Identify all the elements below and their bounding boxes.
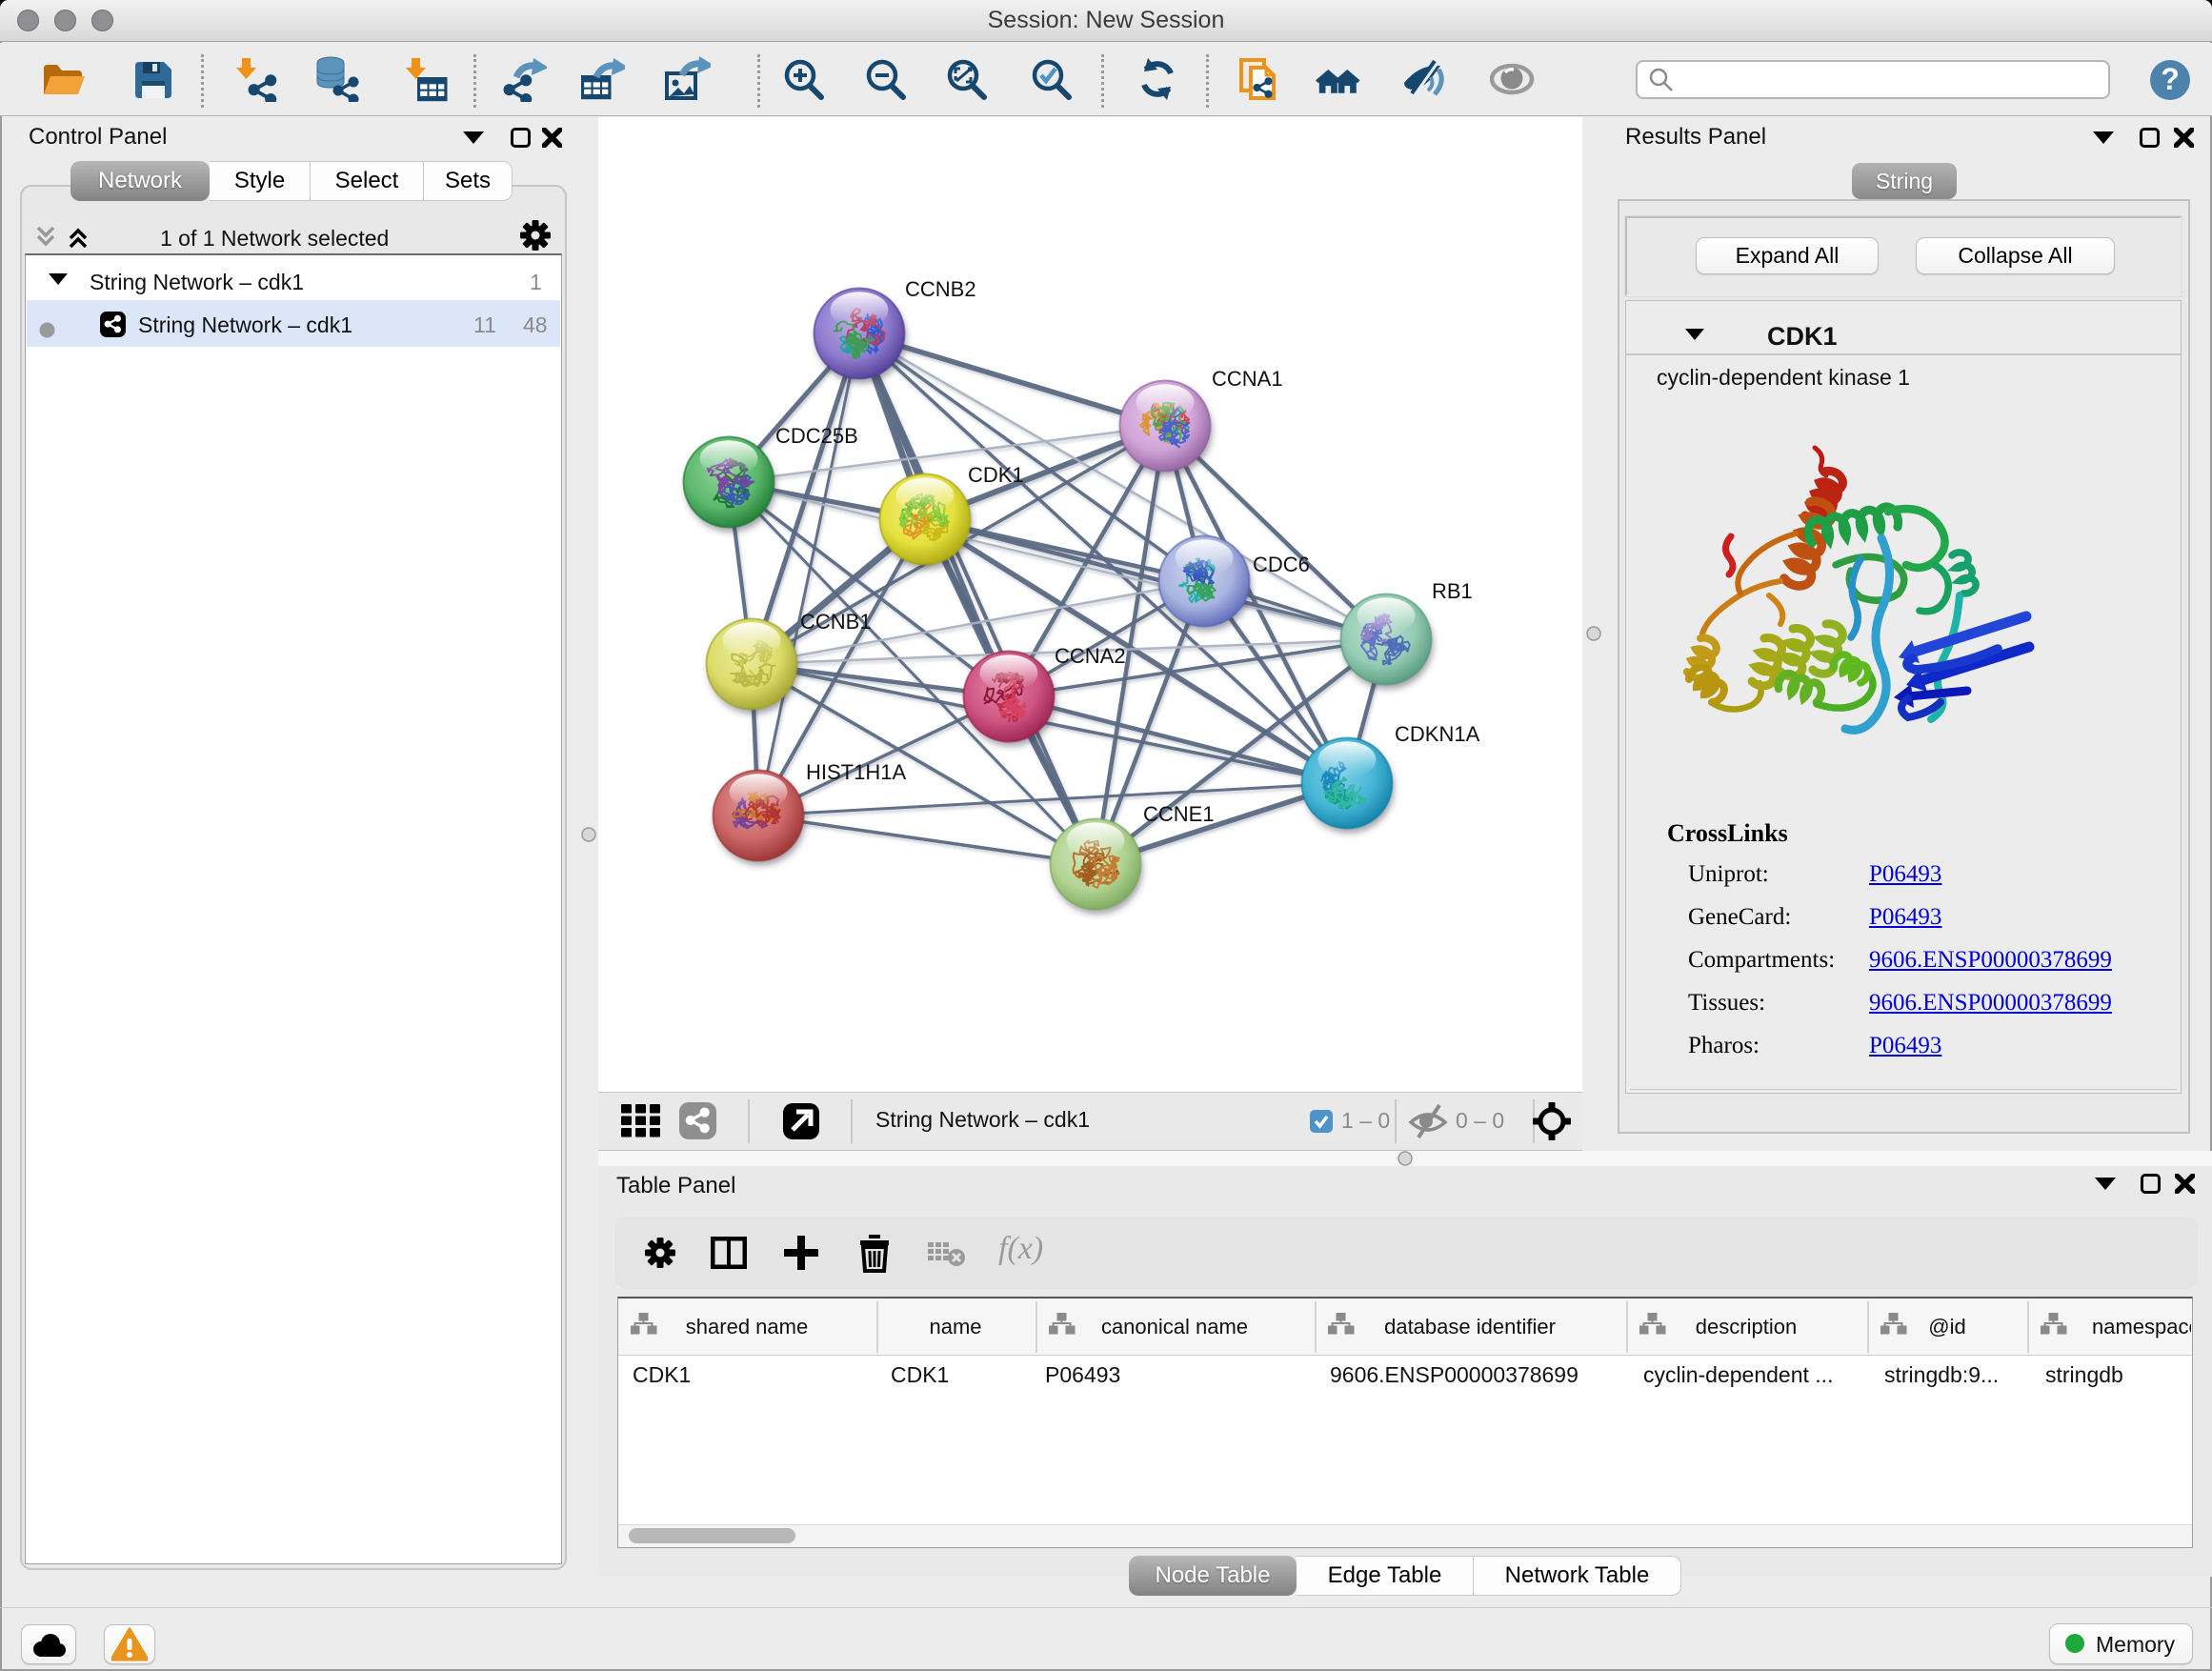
svg-text:CCNB1: CCNB1 [800, 610, 872, 634]
svg-text:CDKN1A: CDKN1A [1395, 722, 1480, 746]
svg-text:CDC6: CDC6 [1253, 553, 1310, 576]
svg-text:CCNB2: CCNB2 [905, 277, 976, 301]
svg-text:HIST1H1A: HIST1H1A [806, 760, 906, 784]
svg-text:CCNA2: CCNA2 [1055, 644, 1126, 668]
svg-text:RB1: RB1 [1432, 579, 1473, 603]
svg-text:?: ? [2161, 62, 2180, 96]
svg-text:CCNA1: CCNA1 [1212, 367, 1283, 391]
svg-text:CDK1: CDK1 [968, 463, 1024, 487]
svg-text:CDC25B: CDC25B [775, 424, 858, 448]
svg-text:CCNE1: CCNE1 [1143, 802, 1215, 826]
